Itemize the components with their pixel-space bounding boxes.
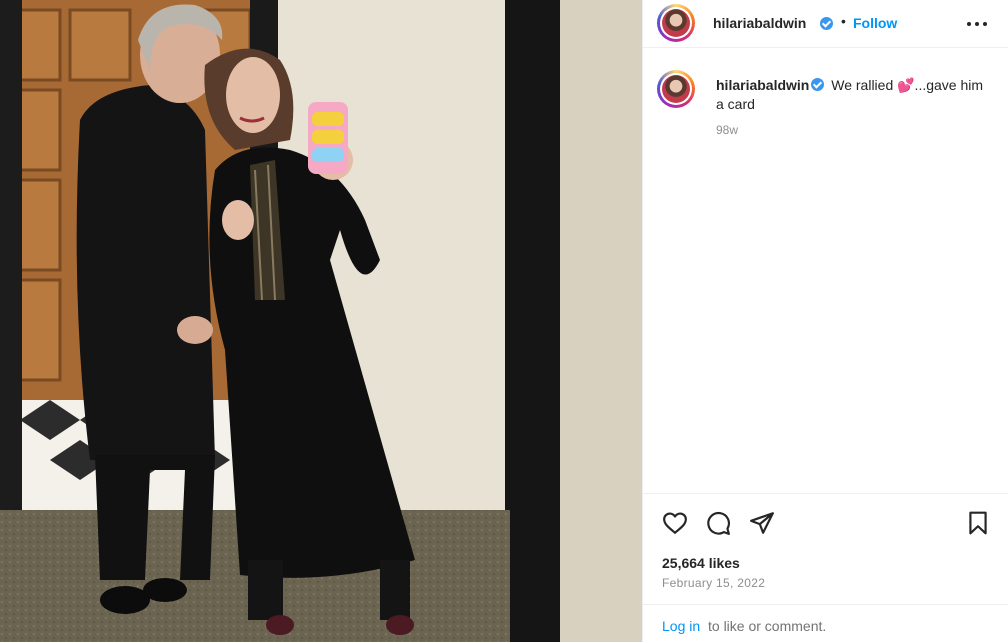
avatar[interactable]: [657, 4, 695, 42]
follow-button[interactable]: Follow: [853, 15, 897, 31]
post-actions: 25,664 likes February 15, 2022 Log in to…: [643, 493, 1008, 643]
caption-avatar[interactable]: [657, 70, 695, 108]
paper-plane-icon[interactable]: [749, 510, 775, 536]
post-date: February 15, 2022: [662, 576, 766, 590]
more-options-icon[interactable]: [965, 12, 989, 36]
verified-badge-icon: [820, 17, 833, 30]
comment-icon[interactable]: [705, 510, 731, 536]
bookmark-icon[interactable]: [965, 510, 991, 536]
header-username[interactable]: hilariabaldwin: [713, 15, 806, 31]
instagram-post: hilariabaldwin • Follow hilariabaldwin W…: [0, 0, 1008, 642]
likes-count[interactable]: 25,664 likes: [662, 555, 740, 571]
post-header: hilariabaldwin • Follow: [643, 0, 1008, 48]
caption-username[interactable]: hilariabaldwin: [716, 77, 809, 93]
login-prompt-text: to like or comment.: [708, 618, 827, 634]
mirror-selfie-image: [0, 0, 642, 642]
heart-icon[interactable]: [662, 510, 688, 536]
post-photo[interactable]: [0, 0, 642, 642]
login-prompt: Log in to like or comment.: [643, 604, 1008, 642]
caption-timestamp[interactable]: 98w: [716, 123, 738, 137]
verified-badge-icon: [811, 78, 825, 91]
caption: hilariabaldwin We rallied 💕...gave him a…: [716, 76, 986, 114]
post-side-panel: hilariabaldwin • Follow hilariabaldwin W…: [642, 0, 1008, 642]
separator-dot: •: [841, 13, 846, 29]
login-link[interactable]: Log in: [662, 618, 700, 634]
